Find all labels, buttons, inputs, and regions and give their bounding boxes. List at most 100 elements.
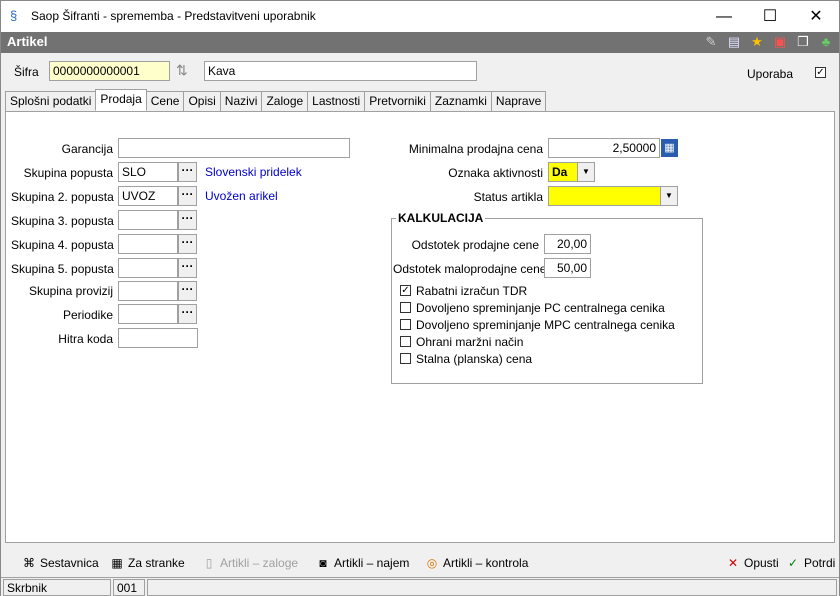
discount-group-browse-button[interactable]: ··· [178, 162, 197, 182]
usage-label: Uporaba [747, 67, 794, 81]
discount-group4-browse-button[interactable]: ··· [178, 234, 197, 254]
code-input[interactable]: 0000000000001 [49, 61, 170, 81]
usage-checkbox[interactable]: ✓ [815, 67, 826, 78]
tab-prodaja[interactable]: Prodaja [95, 89, 147, 111]
copy-icon[interactable]: ❐ [794, 33, 812, 51]
allow-mpc-change-checkbox[interactable] [400, 319, 411, 330]
name-input[interactable]: Kava [204, 61, 477, 81]
rent-icon: ◙ [319, 556, 327, 570]
window-title: Saop Šifranti - sprememba - Predstavitve… [31, 9, 316, 23]
maximize-button[interactable]: ☐ [747, 1, 793, 32]
allow-pc-change-checkbox[interactable] [400, 302, 411, 313]
commission-group-browse-button[interactable]: ··· [178, 281, 197, 301]
quick-code-input[interactable] [118, 328, 198, 348]
discount-group4-input[interactable] [118, 234, 178, 254]
status-message [147, 579, 837, 596]
min-price-label: Minimalna prodajna cena [408, 142, 543, 156]
status-select[interactable] [548, 186, 678, 206]
discount-group5-browse-button[interactable]: ··· [178, 258, 197, 278]
sale-percent-label: Odstotek prodajne cene [411, 238, 539, 252]
commission-group-label: Skupina provizij [28, 284, 113, 298]
tree-icon[interactable]: ♣ [817, 33, 835, 51]
delete-icon[interactable]: ▣ [771, 33, 789, 51]
calculation-title: KALKULACIJA [396, 211, 486, 225]
bill-of-materials-button[interactable]: ⌘ Sestavnica [21, 556, 99, 570]
discount-group4-label: Skupina 4. popusta [11, 238, 114, 252]
status-dropdown-icon[interactable]: ▼ [660, 187, 677, 205]
discount-group-label: Skupina popusta [23, 166, 113, 180]
discount-group-input[interactable]: SLO [118, 162, 178, 182]
star-icon[interactable]: ★ [748, 33, 766, 51]
tdr-discount-checkbox[interactable]: ✓ [400, 285, 411, 296]
tab-cene[interactable]: Cene [145, 91, 185, 111]
item-control-button[interactable]: ◎ Artikli – kontrola [424, 556, 529, 570]
tab-opisi[interactable]: Opisi [183, 91, 221, 111]
bill-of-materials-icon: ⌘ [23, 556, 35, 570]
item-stock-button[interactable]: ▯ Artikli – zaloge [201, 556, 298, 570]
cancel-button[interactable]: ✕ Opusti [725, 556, 779, 570]
tab-bar: Splošni podatki Prodaja Cene Opisi Naziv… [5, 89, 547, 111]
discount-group5-input[interactable] [118, 258, 178, 278]
discount-group3-input[interactable] [118, 210, 178, 230]
tab-nazivi[interactable]: Nazivi [219, 91, 263, 111]
activity-dropdown-icon[interactable]: ▼ [577, 163, 594, 181]
discount-group2-label: Skupina 2. popusta [11, 190, 114, 204]
discount-group2-browse-button[interactable]: ··· [178, 186, 197, 206]
sale-percent-input[interactable]: 20,00 [544, 234, 591, 254]
main-window: § Saop Šifranti - sprememba - Predstavit… [0, 0, 840, 596]
retail-percent-label: Odstotek maloprodajne cene [393, 262, 547, 276]
status-label: Status artikla [473, 190, 543, 204]
grid-icon: ▦ [111, 556, 123, 570]
tab-pretvorniki[interactable]: Pretvorniki [364, 91, 431, 111]
quick-code-label: Hitra koda [58, 332, 113, 346]
confirm-icon: ✓ [787, 556, 799, 570]
edit-icon[interactable]: ✎ [702, 33, 720, 51]
app-icon: § [10, 8, 18, 23]
allow-mpc-change-label: Dovoljeno spreminjanje MPC centralnega c… [416, 318, 675, 332]
module-header: Artikel ✎ ▤ ★ ▣ ❐ ♣ [1, 32, 839, 53]
status-company: 001 [113, 579, 145, 596]
discount-group3-browse-button[interactable]: ··· [178, 210, 197, 230]
stock-icon: ▯ [205, 556, 213, 570]
confirm-button[interactable]: ✓ Potrdi [785, 556, 835, 570]
periodicals-input[interactable] [118, 304, 178, 324]
control-icon: ◎ [426, 556, 438, 570]
discount-group2-description: Uvožen arikel [205, 189, 278, 203]
code-label: Šifra [14, 65, 39, 79]
periodicals-browse-button[interactable]: ··· [178, 304, 197, 324]
module-toolbar: ✎ ▤ ★ ▣ ❐ ♣ [702, 33, 835, 51]
guarantee-input[interactable] [118, 138, 350, 158]
keep-margin-label: Ohrani maržni način [416, 335, 524, 349]
guarantee-label: Garancija [61, 142, 113, 156]
close-button[interactable]: ✕ [793, 1, 839, 32]
discount-group3-label: Skupina 3. popusta [11, 214, 114, 228]
tab-lastnosti[interactable]: Lastnosti [307, 91, 366, 111]
for-customers-button[interactable]: ▦ Za stranke [109, 556, 184, 570]
bottom-toolbar: ⌘ Sestavnica ▦ Za stranke ▯ Artikli – zalog… [1, 549, 839, 577]
keep-margin-checkbox[interactable] [400, 336, 411, 347]
minimize-button[interactable]: — [701, 1, 747, 32]
item-rent-button[interactable]: ◙ Artikli – najem [315, 556, 409, 570]
discount-group-description: Slovenski pridelek [205, 165, 302, 179]
commission-group-input[interactable] [118, 281, 178, 301]
tdr-discount-label: Rabatni izračun TDR [416, 284, 528, 298]
calculator-icon[interactable]: ▦ [661, 139, 678, 157]
status-bar: Skrbnik 001 [1, 577, 839, 596]
refresh-icon[interactable]: ⇅ [176, 62, 188, 79]
tab-zaloge[interactable]: Zaloge [261, 91, 309, 111]
tab-naprave[interactable]: Naprave [490, 91, 547, 111]
cancel-icon: ✕ [727, 556, 739, 570]
fixed-price-label: Stalna (planska) cena [416, 352, 533, 366]
activity-label: Oznaka aktivnosti [448, 166, 543, 180]
discount-group2-input[interactable]: UVOZ [118, 186, 178, 206]
status-user: Skrbnik [3, 579, 111, 596]
tab-splosni-podatki[interactable]: Splošni podatki [5, 91, 97, 111]
min-price-input[interactable]: 2,50000 [548, 138, 660, 158]
allow-pc-change-label: Dovoljeno spreminjanje PC centralnega ce… [416, 301, 665, 315]
retail-percent-input[interactable]: 50,00 [544, 258, 591, 278]
title-bar: § Saop Šifranti - sprememba - Predstavit… [1, 1, 839, 32]
list-icon[interactable]: ▤ [725, 33, 743, 51]
discount-group5-label: Skupina 5. popusta [11, 262, 114, 276]
fixed-price-checkbox[interactable] [400, 353, 411, 364]
tab-zaznamki[interactable]: Zaznamki [429, 91, 492, 111]
